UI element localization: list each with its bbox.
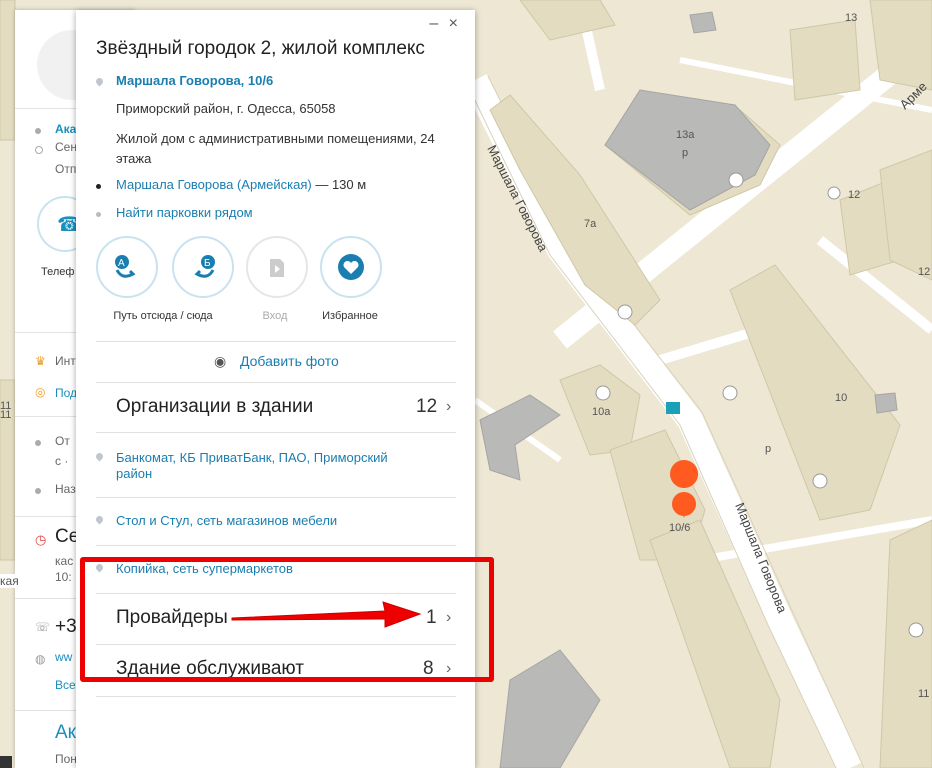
corner-control[interactable] [0, 756, 12, 768]
annotation-arrow [231, 601, 422, 628]
